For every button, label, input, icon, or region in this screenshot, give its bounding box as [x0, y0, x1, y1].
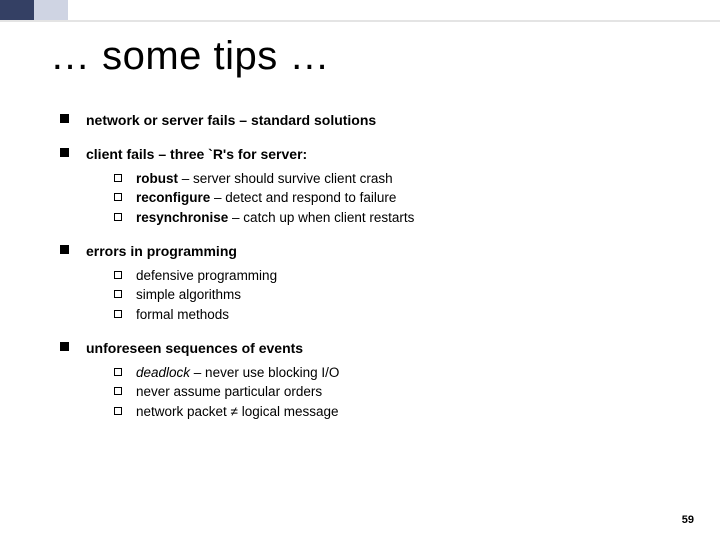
- sub-item: defensive programming: [114, 266, 660, 286]
- sub-bold: resynchronise: [136, 210, 228, 225]
- bullet-text: errors in programming: [86, 243, 237, 259]
- sub-rest: defensive programming: [136, 268, 277, 283]
- sub-rest: never assume particular orders: [136, 384, 322, 399]
- sub-rest: – detect and respond to failure: [210, 190, 396, 205]
- slide-number: 59: [682, 514, 694, 526]
- sub-item: formal methods: [114, 305, 660, 325]
- sub-bold: robust: [136, 171, 178, 186]
- bullet-text: client fails – three `R's for server:: [86, 146, 307, 162]
- sub-rest: – catch up when client restarts: [228, 210, 414, 225]
- bullet-item: unforeseen sequences of events deadlock …: [60, 338, 660, 421]
- sub-bold: reconfigure: [136, 190, 210, 205]
- sub-item: robust – server should survive client cr…: [114, 169, 660, 189]
- sub-rest: formal methods: [136, 307, 229, 322]
- sub-rest: – server should survive client crash: [178, 171, 393, 186]
- deco-light-square: [34, 0, 68, 20]
- deco-dark-square: [0, 0, 34, 20]
- sub-rest: network packet ≠ logical message: [136, 404, 339, 419]
- bullet-item: errors in programming defensive programm…: [60, 241, 660, 324]
- sub-rest: simple algorithms: [136, 287, 241, 302]
- sub-item: network packet ≠ logical message: [114, 402, 660, 422]
- sub-item: resynchronise – catch up when client res…: [114, 208, 660, 228]
- sub-rest: – never use blocking I/O: [190, 365, 339, 380]
- sub-item: reconfigure – detect and respond to fail…: [114, 188, 660, 208]
- sub-item: simple algorithms: [114, 285, 660, 305]
- slide-body: network or server fails – standard solut…: [60, 110, 660, 435]
- bullet-text: unforeseen sequences of events: [86, 340, 303, 356]
- bullet-text: network or server fails – standard solut…: [86, 112, 376, 128]
- sub-item: never assume particular orders: [114, 382, 660, 402]
- deco-underline: [0, 20, 720, 22]
- bullet-item: client fails – three `R's for server: ro…: [60, 144, 660, 227]
- sub-item: deadlock – never use blocking I/O: [114, 363, 660, 383]
- slide-title: … some tips …: [50, 34, 330, 79]
- bullet-item: network or server fails – standard solut…: [60, 110, 660, 130]
- sub-italic: deadlock: [136, 365, 190, 380]
